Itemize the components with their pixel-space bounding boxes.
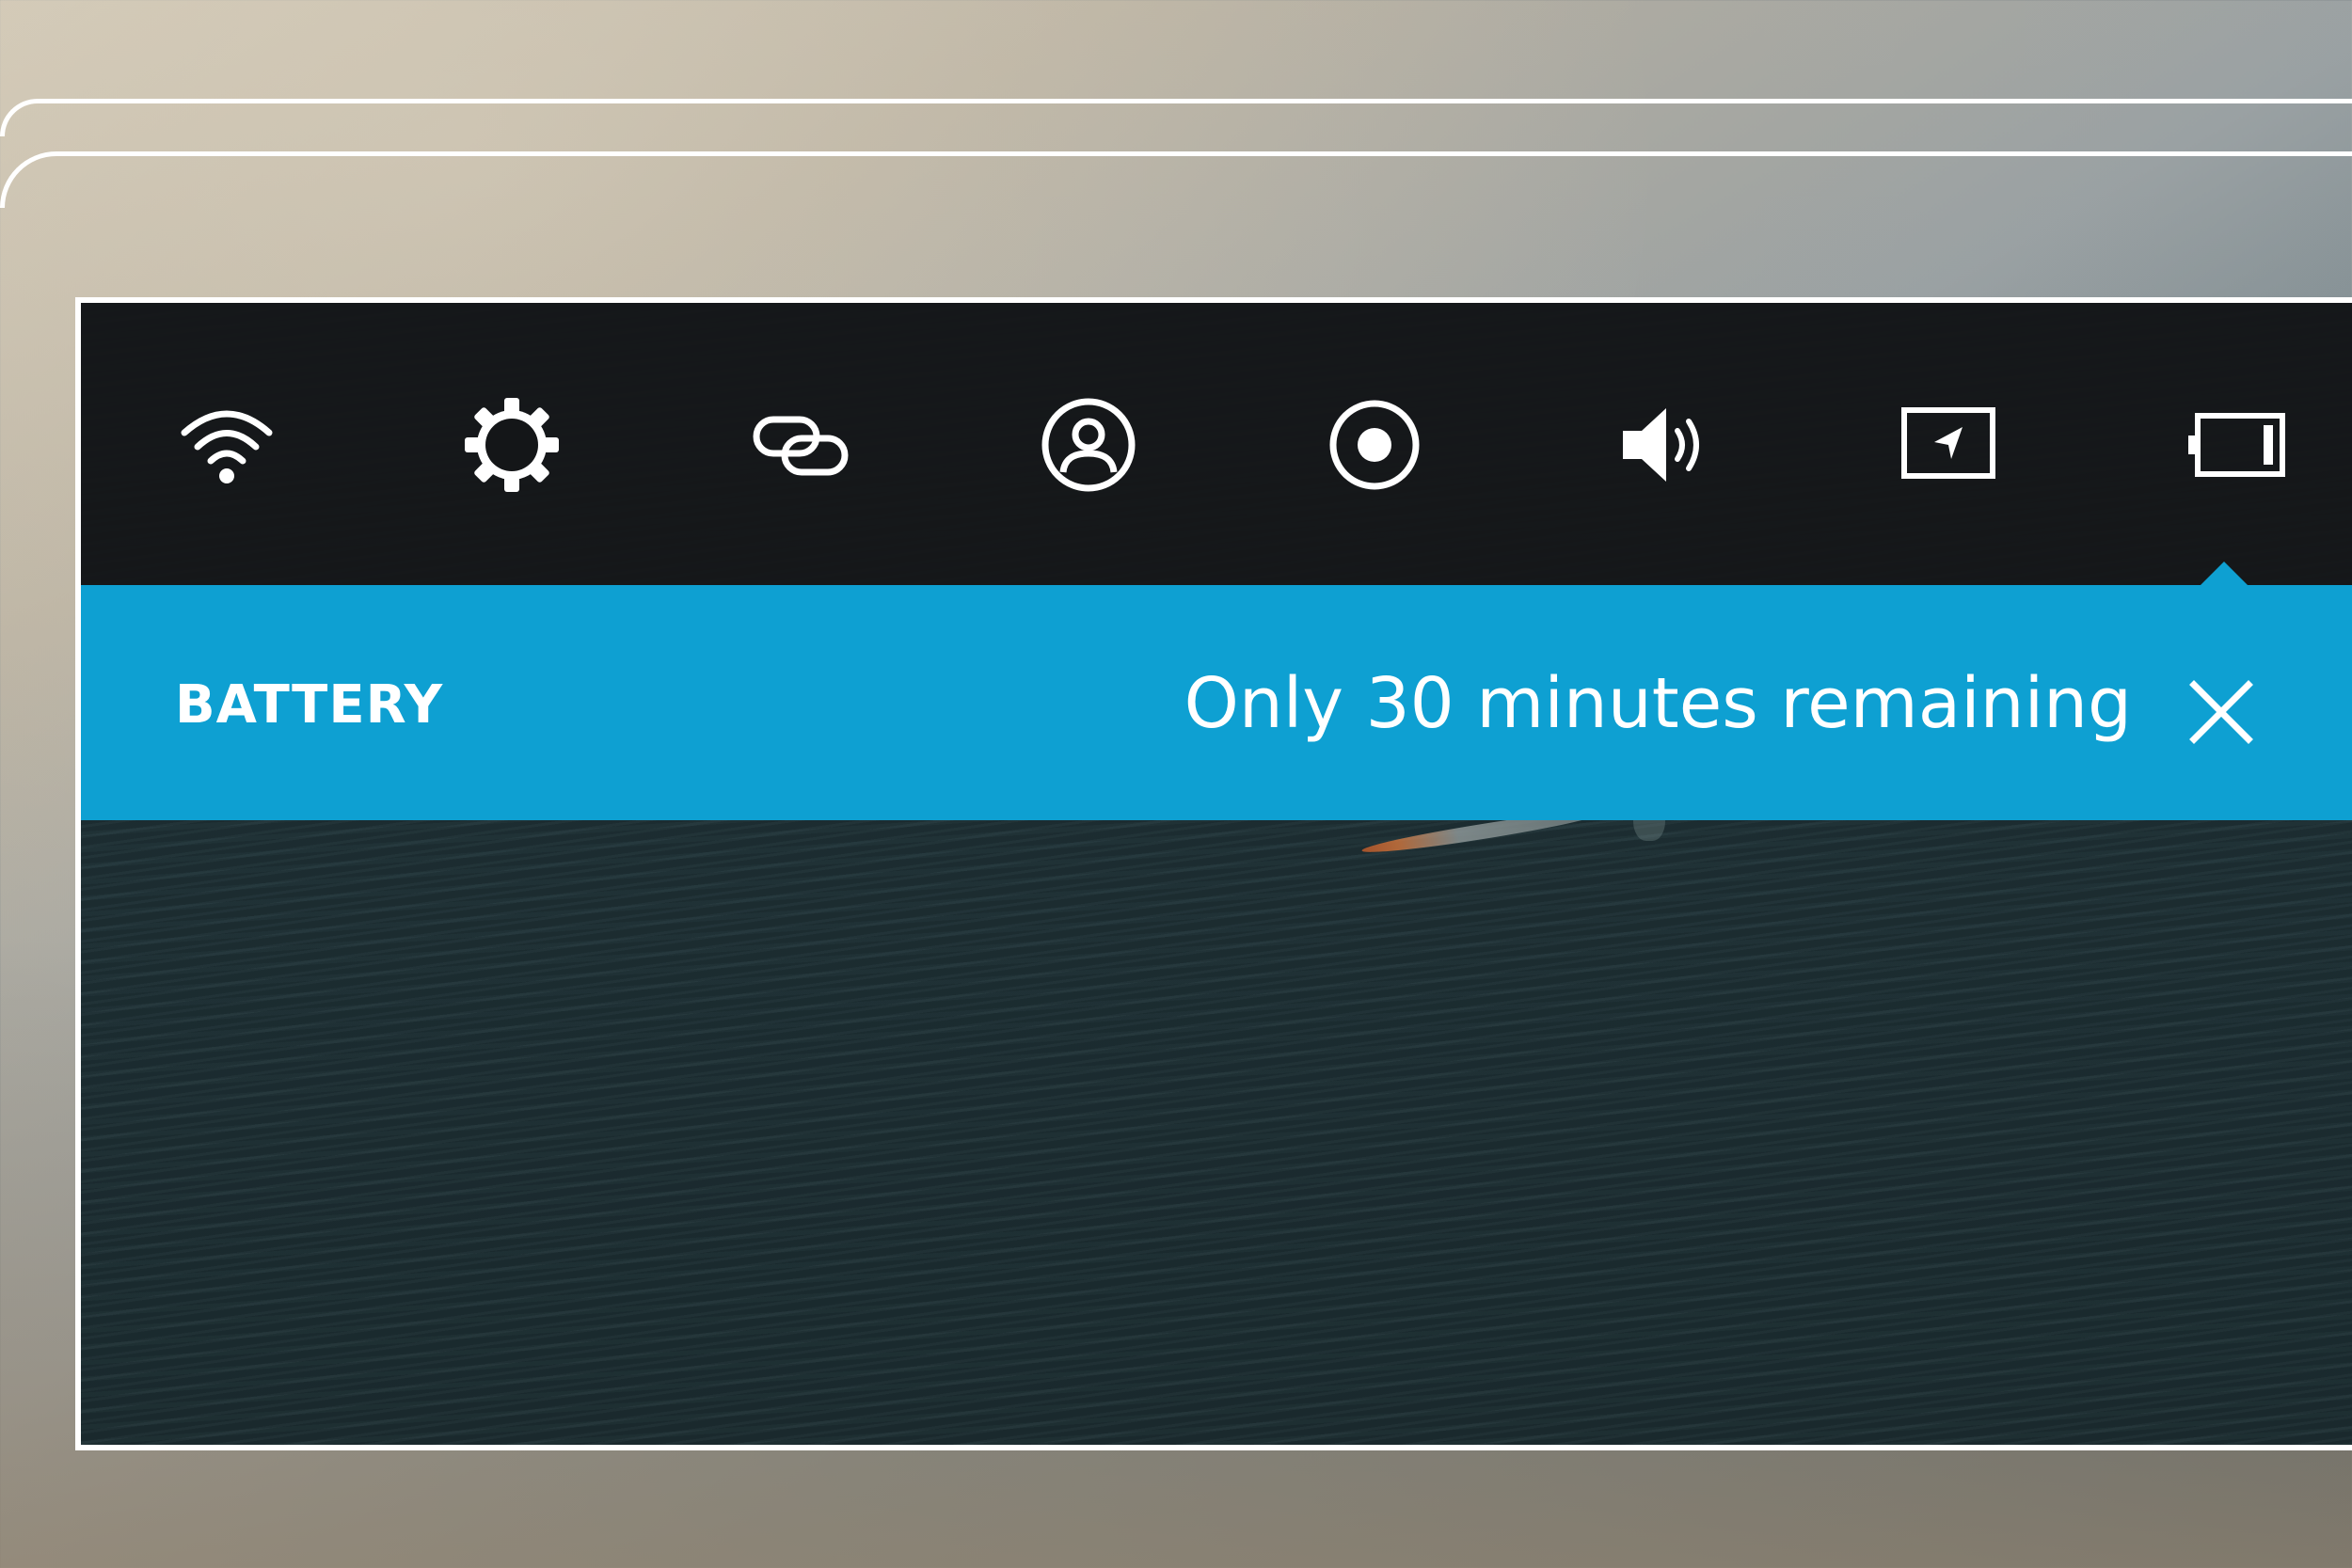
volume-icon[interactable]: [1610, 393, 1713, 497]
status-bar: [81, 303, 2352, 585]
battery-notification: BATTERY Only 30 minutes remaining: [81, 585, 2352, 820]
account-icon[interactable]: [1037, 393, 1140, 497]
gear-icon[interactable]: [460, 393, 564, 497]
location-icon[interactable]: [1897, 393, 2000, 497]
notification-title: BATTERY: [175, 674, 444, 736]
link-icon[interactable]: [749, 393, 852, 497]
device-bezel-inner: [0, 151, 2352, 208]
close-icon[interactable]: [2188, 679, 2254, 745]
banner-pointer: [2198, 562, 2250, 588]
device-bezel-outer: [0, 99, 2352, 136]
device-screen: BATTERY Only 30 minutes remaining: [75, 297, 2352, 1450]
record-icon[interactable]: [1323, 393, 1426, 497]
notification-message: Only 30 minutes remaining: [1184, 663, 2132, 744]
battery-icon[interactable]: [2185, 393, 2288, 497]
wifi-icon[interactable]: [175, 393, 278, 497]
